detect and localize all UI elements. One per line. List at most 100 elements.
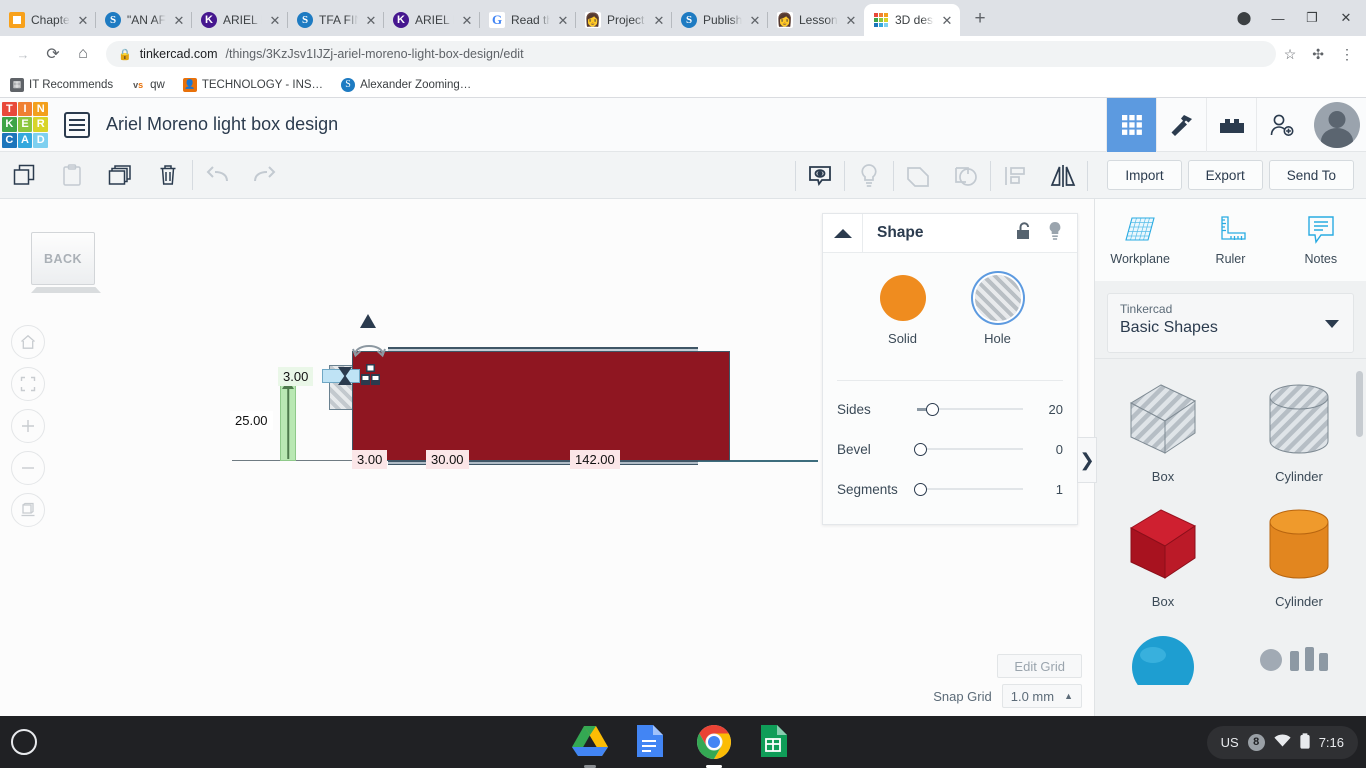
browser-tab[interactable]: S Published ✕: [672, 4, 768, 36]
scrollbar-thumb[interactable]: [1356, 371, 1363, 437]
shape-mode-hole[interactable]: Hole: [975, 275, 1021, 346]
export-button[interactable]: Export: [1188, 160, 1263, 190]
shape-mode-solid[interactable]: Solid: [880, 275, 926, 346]
red-box-shape[interactable]: [352, 351, 730, 461]
bookmark-item[interactable]: ▦ IT Recommends: [10, 78, 113, 92]
align-icon[interactable]: [991, 152, 1039, 199]
bookmark-item[interactable]: S Alexander Zooming…: [341, 78, 471, 92]
snap-grid-select[interactable]: 1.0 mm ▲: [1002, 684, 1082, 708]
sidebar-item-ruler[interactable]: Ruler: [1185, 199, 1275, 281]
close-icon[interactable]: ✕: [460, 14, 474, 27]
close-icon[interactable]: ✕: [364, 14, 378, 27]
dimension-label[interactable]: 3.00: [278, 367, 313, 386]
dimension-label[interactable]: 3.00: [352, 450, 387, 469]
browser-tab[interactable]: G Read the ✕: [480, 4, 576, 36]
length-handle[interactable]: [322, 369, 360, 383]
fit-view-icon[interactable]: [11, 367, 45, 401]
close-icon[interactable]: ✕: [172, 14, 186, 27]
edit-grid-button[interactable]: Edit Grid: [997, 654, 1082, 678]
shape-item-sphere-blue[interactable]: [1095, 609, 1231, 685]
paste-button[interactable]: [48, 152, 96, 199]
browser-tab[interactable]: Chapter 3 ✕: [0, 4, 96, 36]
shape-item-cylinder-orange[interactable]: Cylinder: [1231, 484, 1366, 609]
undo-button[interactable]: [193, 152, 241, 199]
rotate-handle-icon[interactable]: [352, 337, 386, 359]
close-icon[interactable]: ✕: [844, 14, 858, 27]
close-icon[interactable]: ✕: [748, 14, 762, 27]
chrome-menu-icon[interactable]: ⋮: [1340, 46, 1354, 63]
avatar[interactable]: [1314, 102, 1360, 148]
profile-icon[interactable]: ⬤: [1236, 10, 1252, 26]
google-chrome-icon[interactable]: [696, 724, 732, 760]
shape-library-select[interactable]: Tinkercad Basic Shapes: [1107, 293, 1354, 353]
dimension-label[interactable]: 30.00: [426, 450, 469, 469]
light-bulb-icon[interactable]: [1047, 221, 1063, 246]
close-icon[interactable]: ✕: [940, 14, 954, 27]
copy-button[interactable]: [0, 152, 48, 199]
tinkercad-logo-icon[interactable]: T I N K E R C A D: [2, 102, 48, 148]
browser-tab[interactable]: S "AN AFRI ✕: [96, 4, 192, 36]
sides-slider[interactable]: [917, 401, 1023, 417]
bookmark-item[interactable]: vs qw: [131, 78, 165, 92]
home-view-icon[interactable]: [11, 325, 45, 359]
bookmark-item[interactable]: 👤 TECHNOLOGY - INS…: [183, 78, 323, 92]
close-icon[interactable]: ✕: [652, 14, 666, 27]
google-docs-icon[interactable]: [634, 724, 670, 760]
project-list-icon[interactable]: [64, 112, 90, 138]
blocks-icon[interactable]: [1206, 98, 1256, 152]
shape-item-box-red[interactable]: Box: [1095, 484, 1231, 609]
mirror-icon[interactable]: [1039, 152, 1087, 199]
import-button[interactable]: Import: [1107, 160, 1181, 190]
new-tab-button[interactable]: +: [966, 5, 994, 33]
google-drive-icon[interactable]: [572, 724, 608, 760]
ungroup-icon[interactable]: [942, 152, 990, 199]
redo-button[interactable]: [241, 152, 289, 199]
shape-item-cylinder-hole[interactable]: Cylinder: [1231, 359, 1366, 484]
close-window-button[interactable]: ✕: [1338, 10, 1354, 26]
home-button[interactable]: ⌂: [68, 39, 98, 69]
segments-slider[interactable]: [917, 481, 1023, 497]
sidebar-item-workplane[interactable]: Workplane: [1095, 199, 1185, 281]
browser-tab[interactable]: K ARIEL MO ✕: [192, 4, 288, 36]
sidebar-item-notes[interactable]: Notes: [1276, 199, 1366, 281]
launcher-button[interactable]: [11, 729, 37, 755]
forward-button[interactable]: →: [8, 39, 38, 69]
extrude-up-handle[interactable]: [360, 314, 376, 328]
show-hide-icon[interactable]: [796, 152, 844, 199]
bookmark-star-icon[interactable]: ☆: [1284, 46, 1297, 63]
address-bar[interactable]: 🔒 tinkercad.com/things/3KzJsv1IJZj-ariel…: [106, 41, 1276, 67]
google-sheets-icon[interactable]: [758, 724, 794, 760]
light-bulb-icon[interactable]: [845, 152, 893, 199]
system-tray[interactable]: US 8 7:16: [1207, 726, 1358, 759]
delete-button[interactable]: [144, 152, 192, 199]
browser-tab[interactable]: 👩 Lesson 4 ✕: [768, 4, 864, 36]
shape-item-text[interactable]: [1231, 609, 1366, 685]
reload-button[interactable]: ⟳: [38, 39, 68, 69]
close-icon[interactable]: ✕: [76, 14, 90, 27]
dimension-label[interactable]: 25.00: [230, 411, 273, 430]
shape-item-box-hole[interactable]: Box: [1095, 359, 1231, 484]
view-cube[interactable]: BACK: [31, 232, 95, 290]
bevel-slider[interactable]: [917, 441, 1023, 457]
dimension-label[interactable]: 142.00: [570, 450, 620, 469]
browser-tab[interactable]: S TFA FINA ✕: [288, 4, 384, 36]
browser-tab-active[interactable]: 3D design ✕: [864, 4, 960, 36]
unlocked-padlock-icon[interactable]: [1015, 221, 1033, 246]
close-icon[interactable]: ✕: [556, 14, 570, 27]
invite-person-icon[interactable]: [1256, 98, 1306, 152]
restore-button[interactable]: ❐: [1304, 10, 1320, 26]
zoom-out-icon[interactable]: [11, 451, 45, 485]
group-icon[interactable]: [894, 152, 942, 199]
grid-view-icon[interactable]: [1106, 98, 1156, 152]
duplicate-button[interactable]: [96, 152, 144, 199]
ortho-view-icon[interactable]: [11, 493, 45, 527]
browser-tab[interactable]: K ARIEL MO ✕: [384, 4, 480, 36]
minimize-button[interactable]: —: [1270, 11, 1286, 26]
extensions-icon[interactable]: ✣: [1312, 46, 1324, 63]
panel-collapse-button[interactable]: ❯: [1077, 437, 1097, 483]
browser-tab[interactable]: 👩 Project E ✕: [576, 4, 672, 36]
codeblocks-icon[interactable]: [1156, 98, 1206, 152]
height-handle[interactable]: [280, 385, 296, 461]
send-to-button[interactable]: Send To: [1269, 160, 1354, 190]
zoom-in-icon[interactable]: [11, 409, 45, 443]
